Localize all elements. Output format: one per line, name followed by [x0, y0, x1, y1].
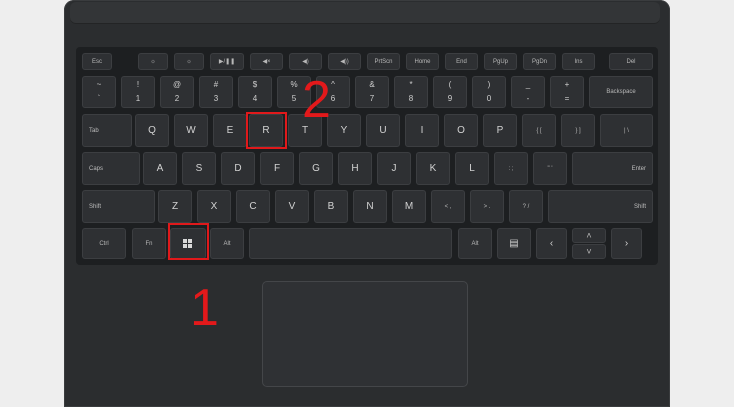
keyboard-hinge — [70, 2, 660, 24]
key-semicolon[interactable]: : ; — [494, 152, 528, 185]
key-spacebar[interactable] — [249, 228, 452, 259]
key-backspace[interactable]: Backspace — [589, 76, 653, 108]
key-f3[interactable]: ▶/❚❚ — [210, 53, 244, 70]
key-backslash[interactable]: | \ — [600, 114, 653, 147]
key-m[interactable]: M — [392, 190, 426, 223]
key-arrow-left[interactable]: ‹ — [536, 228, 567, 259]
key-q[interactable]: Q — [135, 114, 169, 147]
key-del[interactable]: Del — [609, 53, 653, 70]
key-fn[interactable]: Fn — [132, 228, 166, 259]
key-period[interactable]: > . — [470, 190, 504, 223]
key-b[interactable]: B — [314, 190, 348, 223]
key-d[interactable]: D — [221, 152, 255, 185]
key-f[interactable]: F — [260, 152, 294, 185]
key-w[interactable]: W — [174, 114, 208, 147]
key-quote[interactable]: " ' — [533, 152, 567, 185]
key-l[interactable]: L — [455, 152, 489, 185]
key-o[interactable]: O — [444, 114, 478, 147]
key-esc[interactable]: Esc — [82, 53, 112, 70]
key-k[interactable]: K — [416, 152, 450, 185]
key-g[interactable]: G — [299, 152, 333, 185]
arrow-down-icon: ˅ — [586, 246, 592, 256]
key-arrow-down[interactable]: ˅ — [572, 244, 606, 259]
key-j[interactable]: J — [377, 152, 411, 185]
key-f2[interactable]: ☼ — [174, 53, 204, 70]
key-n[interactable]: N — [353, 190, 387, 223]
step-2-label: 2 — [302, 71, 331, 129]
key-alt-right[interactable]: Alt — [458, 228, 492, 259]
key-4[interactable]: $4 — [238, 76, 272, 108]
touchpad[interactable] — [262, 281, 468, 387]
key-i[interactable]: I — [405, 114, 439, 147]
key-arrow-up[interactable]: ˄ — [572, 228, 606, 243]
key-pgup[interactable]: PgUp — [484, 53, 517, 70]
key-shift-right[interactable]: Shift — [548, 190, 653, 223]
key-alt-left[interactable]: Alt — [210, 228, 244, 259]
key-v[interactable]: V — [275, 190, 309, 223]
key-ins[interactable]: Ins — [562, 53, 595, 70]
key-3[interactable]: #3 — [199, 76, 233, 108]
key-minus[interactable]: _ - — [511, 76, 545, 108]
key-ctrl[interactable]: Ctrl — [82, 228, 126, 259]
key-u[interactable]: U — [366, 114, 400, 147]
key-p[interactable]: P — [483, 114, 517, 147]
key-shift-left[interactable]: Shift — [82, 190, 155, 223]
key-e[interactable]: E — [213, 114, 247, 147]
key-home[interactable]: Home — [406, 53, 439, 70]
key-s[interactable]: S — [182, 152, 216, 185]
key-a[interactable]: A — [143, 152, 177, 185]
key-f6[interactable]: ◀)) — [328, 53, 361, 70]
key-9[interactable]: (9 — [433, 76, 467, 108]
key-8[interactable]: * 8 — [394, 76, 428, 108]
key-backtick[interactable]: ~ ` — [82, 76, 116, 108]
key-1[interactable]: ! 1 — [121, 76, 155, 108]
key-f5[interactable]: ◀) — [289, 53, 322, 70]
key-y[interactable]: Y — [327, 114, 361, 147]
key-7[interactable]: & 7 — [355, 76, 389, 108]
menu-icon: ▤ — [509, 237, 519, 249]
key-pgdn[interactable]: PgDn — [523, 53, 556, 70]
key-end[interactable]: End — [445, 53, 478, 70]
step-1-label: 1 — [190, 279, 219, 337]
arrow-left-icon: ‹ — [549, 237, 554, 249]
highlight-windows-key — [168, 223, 209, 260]
key-enter[interactable]: Enter — [572, 152, 653, 185]
highlight-r-key — [246, 112, 287, 149]
key-right-bracket[interactable]: } ] — [561, 114, 595, 147]
key-left-bracket[interactable]: { [ — [522, 114, 556, 147]
key-tab[interactable]: Tab — [82, 114, 132, 147]
arrow-right-icon: › — [624, 237, 629, 249]
key-comma[interactable]: < , — [431, 190, 465, 223]
key-f4[interactable]: ◀× — [250, 53, 283, 70]
key-h[interactable]: H — [338, 152, 372, 185]
key-arrow-right[interactable]: › — [611, 228, 642, 259]
key-prtscn[interactable]: PrtScn — [367, 53, 400, 70]
key-caps[interactable]: Caps — [82, 152, 140, 185]
key-x[interactable]: X — [197, 190, 231, 223]
key-menu[interactable]: ▤ — [497, 228, 531, 259]
key-slash[interactable]: ? / — [509, 190, 543, 223]
arrow-up-icon: ˄ — [586, 230, 592, 240]
key-2[interactable]: @2 — [160, 76, 194, 108]
key-equals[interactable]: + = — [550, 76, 584, 108]
key-0[interactable]: ) 0 — [472, 76, 506, 108]
key-c[interactable]: C — [236, 190, 270, 223]
key-f1[interactable]: ☼ — [138, 53, 168, 70]
key-z[interactable]: Z — [158, 190, 192, 223]
